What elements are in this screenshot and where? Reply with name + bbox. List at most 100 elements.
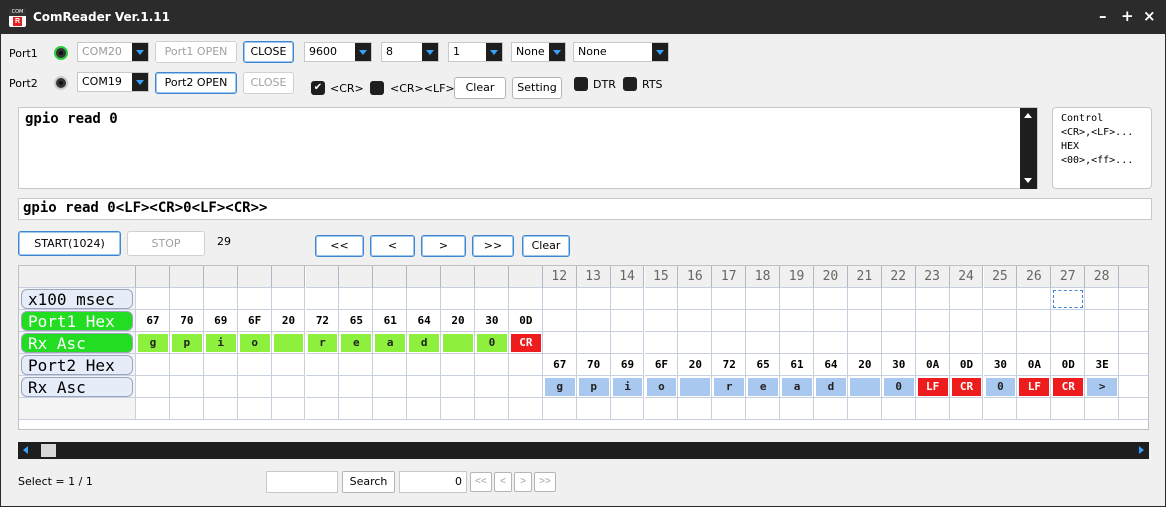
data-cell[interactable] (881, 310, 916, 332)
crlf-checkbox[interactable] (370, 81, 384, 95)
scroll-right-icon[interactable] (1139, 446, 1144, 454)
data-cell[interactable] (814, 398, 848, 420)
data-cell[interactable] (780, 310, 814, 332)
data-cell[interactable] (1017, 398, 1052, 420)
data-cell[interactable] (271, 354, 306, 376)
data-cell[interactable] (847, 398, 882, 420)
data-cell[interactable] (610, 332, 645, 354)
ascii-cell[interactable]: a (782, 378, 812, 396)
data-cell[interactable] (847, 288, 882, 310)
flow-control-select[interactable]: None (573, 42, 669, 62)
data-cell[interactable] (949, 288, 984, 310)
ascii-cell[interactable]: > (1087, 378, 1118, 396)
scroll-left-icon[interactable] (23, 446, 28, 454)
hex-cell[interactable]: 67 (545, 356, 575, 374)
ascii-cell[interactable]: o (646, 378, 677, 396)
search-index-input[interactable]: 0 (399, 471, 467, 493)
hex-cell[interactable]: 20 (443, 312, 473, 330)
column-header[interactable]: 21 (847, 266, 882, 288)
data-cell[interactable] (136, 376, 170, 398)
data-cell[interactable] (678, 398, 713, 420)
data-cell[interactable] (814, 288, 848, 310)
page-first-button[interactable]: << (315, 235, 364, 257)
ascii-cell[interactable]: r (307, 334, 338, 352)
scroll-thumb[interactable] (41, 444, 56, 457)
data-cell[interactable] (712, 310, 747, 332)
data-cell[interactable] (373, 354, 408, 376)
receive-text-field[interactable]: gpio read 0<LF><CR>0<LF><CR>> (18, 198, 1152, 220)
hex-cell[interactable]: 3E (1087, 356, 1117, 374)
data-cell[interactable] (576, 398, 611, 420)
hex-cell[interactable]: 0D (511, 312, 541, 330)
data-cell[interactable] (407, 288, 442, 310)
data-cell[interactable] (644, 310, 679, 332)
ascii-cell[interactable]: p (171, 334, 202, 352)
data-cell[interactable] (305, 354, 340, 376)
data-cell[interactable] (1119, 354, 1148, 376)
data-cell[interactable] (475, 288, 509, 310)
data-cell[interactable] (983, 288, 1018, 310)
hex-cell[interactable]: 6F (647, 356, 677, 374)
column-header[interactable] (441, 266, 475, 288)
search-last-button[interactable]: >> (534, 472, 556, 492)
ascii-cell[interactable]: d (409, 334, 440, 352)
ascii-cell[interactable] (680, 378, 711, 396)
scroll-down-icon[interactable] (1024, 178, 1032, 183)
column-header[interactable] (271, 266, 306, 288)
column-header[interactable]: 19 (780, 266, 814, 288)
data-cell[interactable] (1119, 398, 1148, 420)
column-header[interactable] (305, 266, 340, 288)
column-header[interactable]: 26 (1017, 266, 1052, 288)
clear-options-button[interactable]: Clear (454, 77, 506, 99)
data-cell[interactable] (339, 354, 374, 376)
data-cell[interactable] (644, 332, 679, 354)
hex-cell[interactable]: 72 (308, 312, 338, 330)
column-header[interactable]: 14 (610, 266, 645, 288)
data-cell[interactable] (508, 376, 543, 398)
hex-cell[interactable]: 65 (748, 356, 778, 374)
column-header[interactable] (475, 266, 509, 288)
data-cell[interactable] (746, 398, 781, 420)
hex-cell[interactable]: 69 (613, 356, 643, 374)
data-cell[interactable] (508, 288, 543, 310)
data-cell[interactable] (237, 398, 272, 420)
rts-checkbox[interactable] (623, 77, 637, 91)
search-first-button[interactable]: << (470, 472, 492, 492)
hex-cell[interactable]: 61 (375, 312, 405, 330)
stop-bits-select[interactable]: 1 (448, 42, 503, 62)
column-header[interactable]: 20 (814, 266, 848, 288)
column-header[interactable]: 28 (1085, 266, 1120, 288)
ascii-cell[interactable]: a (375, 334, 406, 352)
column-header[interactable] (1119, 266, 1148, 288)
data-cell[interactable] (915, 310, 950, 332)
data-cell[interactable] (678, 288, 713, 310)
port2-com-select[interactable]: COM19 (77, 72, 149, 92)
data-cell[interactable] (983, 398, 1018, 420)
data-cell[interactable] (508, 354, 543, 376)
data-cell[interactable] (136, 354, 170, 376)
column-header[interactable] (339, 266, 374, 288)
column-header[interactable] (407, 266, 442, 288)
data-cell[interactable] (1119, 332, 1148, 354)
ascii-cell[interactable]: g (138, 334, 168, 352)
data-cell[interactable] (746, 288, 781, 310)
data-cell[interactable] (339, 376, 374, 398)
data-cell[interactable] (441, 376, 475, 398)
hex-cell[interactable]: 70 (172, 312, 202, 330)
data-cell[interactable] (441, 354, 475, 376)
data-cell[interactable] (814, 332, 848, 354)
ascii-cell[interactable]: d (816, 378, 846, 396)
send-area-scrollbar[interactable] (1020, 108, 1037, 189)
column-header[interactable]: 23 (915, 266, 950, 288)
search-prev-button[interactable]: < (494, 472, 512, 492)
data-cell[interactable] (610, 310, 645, 332)
hex-cell[interactable]: 0A (1019, 356, 1049, 374)
column-header[interactable]: 15 (644, 266, 679, 288)
data-cell[interactable] (610, 398, 645, 420)
page-prev-button[interactable]: < (370, 235, 415, 257)
ascii-cell[interactable]: i (612, 378, 643, 396)
scroll-up-icon[interactable] (1024, 113, 1032, 118)
hex-cell[interactable]: 65 (341, 312, 371, 330)
search-input[interactable] (266, 471, 338, 493)
data-cell[interactable] (339, 288, 374, 310)
